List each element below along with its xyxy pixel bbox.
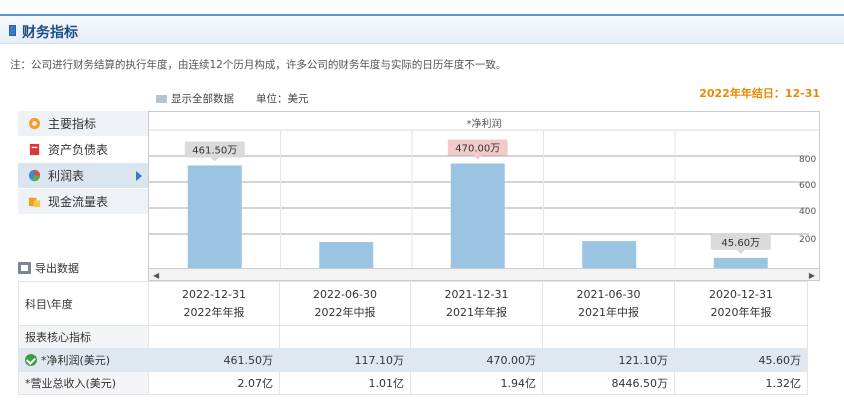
table-cell: 470.00万 bbox=[410, 348, 543, 372]
sidebar-item-label: 现金流量表 bbox=[48, 195, 109, 209]
sidebar-item-label: 资产负债表 bbox=[48, 143, 109, 157]
data-label-pointer bbox=[736, 249, 745, 254]
section-bar-icon bbox=[9, 25, 16, 36]
table-cell: 8446.50万 bbox=[542, 371, 675, 395]
table-cell: 121.10万 bbox=[542, 348, 675, 372]
chart-scrollbar[interactable]: ◀ ▶ bbox=[148, 269, 820, 281]
export-label: 导出数据 bbox=[35, 262, 79, 275]
period-cell: 2021-06-30 2021年中报 bbox=[542, 281, 675, 326]
period-cell: 2021-12-31 2021年年报 bbox=[410, 281, 543, 326]
table-cell: 1.94亿 bbox=[410, 371, 543, 395]
row-label: *净利润(美元) bbox=[18, 348, 149, 372]
sidebar-item-cash-flow[interactable]: 现金流量表 bbox=[18, 189, 148, 215]
scroll-right-icon[interactable]: ▶ bbox=[809, 271, 815, 280]
table-cell: 1.32亿 bbox=[674, 371, 808, 395]
period-cell: 2022-06-30 2022年中报 bbox=[279, 281, 411, 326]
cash-icon bbox=[28, 197, 41, 208]
star-icon bbox=[28, 117, 41, 130]
section-label: 报表核心指标 bbox=[18, 325, 149, 349]
y-tick-label: 200 bbox=[799, 235, 816, 245]
sidebar-item-balance-sheet[interactable]: 资产负债表 bbox=[18, 137, 148, 163]
data-label-pointer bbox=[210, 157, 219, 162]
sidebar-item-label: 利润表 bbox=[48, 169, 85, 183]
data-label-pointer bbox=[473, 155, 482, 160]
pie-chart-icon bbox=[28, 169, 41, 182]
period-cell: 2020-12-31 2020年年报 bbox=[674, 281, 808, 326]
chart-title: *净利润 bbox=[466, 119, 502, 130]
show-all-toggle-icon[interactable] bbox=[156, 94, 167, 103]
table-cell: 2.07亿 bbox=[148, 371, 280, 395]
y-tick-label: 800 bbox=[799, 155, 816, 165]
table-header-row: 科目\年度 2022-12-31 2022年年报 2022-06-30 2022年中… bbox=[18, 281, 808, 326]
sidebar-item-income-statement[interactable]: 利润表 bbox=[18, 163, 148, 189]
y-tick-label: 400 bbox=[799, 207, 816, 217]
bar bbox=[319, 241, 374, 268]
fiscal-year-end: 2022年年结日：12-31 bbox=[699, 87, 820, 100]
table-row-net-profit[interactable]: *净利润(美元) 461.50万 117.10万 470.00万 121.10万… bbox=[18, 348, 808, 372]
fiscal-note: 注：公司进行财务结算的执行年度，由连续12个历月构成，许多公司的财务年度与实际的… bbox=[10, 59, 507, 71]
bar bbox=[187, 165, 242, 268]
net-profit-chart: 200 400 600 800 461.50万 470.00万 45.60万 *净利润 bbox=[148, 111, 820, 269]
chart-options: 显示全部数据 单位：美元 bbox=[156, 91, 309, 106]
bar bbox=[713, 257, 768, 268]
y-tick-label: 600 bbox=[799, 181, 816, 191]
period-cell: 2022-12-31 2022年年报 bbox=[148, 281, 280, 326]
check-icon bbox=[25, 354, 37, 366]
sidebar-item-label: 主要指标 bbox=[48, 117, 97, 131]
table-cell: 461.50万 bbox=[148, 348, 280, 372]
table-cell: 45.60万 bbox=[674, 348, 808, 372]
bar bbox=[450, 163, 505, 268]
section-header: 财务指标 bbox=[0, 14, 844, 44]
data-label: 461.50万 bbox=[192, 145, 237, 156]
table-cell: 1.01亿 bbox=[279, 371, 411, 395]
scroll-left-icon[interactable]: ◀ bbox=[153, 271, 159, 280]
table-cell: 117.10万 bbox=[279, 348, 411, 372]
section-row: 报表核心指标 bbox=[18, 325, 808, 349]
data-label: 470.00万 bbox=[455, 144, 500, 155]
financial-table: 科目\年度 2022-12-31 2022年年报 2022-06-30 2022年中… bbox=[18, 281, 808, 395]
header-label: 科目\年度 bbox=[18, 281, 149, 326]
section-title: 财务指标 bbox=[22, 25, 78, 41]
sidebar: 主要指标 资产负债表 利润表 现金流量表 bbox=[18, 111, 148, 215]
export-icon bbox=[18, 262, 31, 274]
export-data-button[interactable]: 导出数据 bbox=[18, 260, 79, 276]
unit-label: 单位：美元 bbox=[256, 93, 309, 105]
chevron-right-icon bbox=[136, 171, 142, 181]
document-icon bbox=[29, 143, 40, 156]
data-label: 45.60万 bbox=[721, 238, 760, 249]
show-all-label[interactable]: 显示全部数据 bbox=[171, 91, 234, 106]
sidebar-item-main-indicators[interactable]: 主要指标 bbox=[18, 111, 148, 137]
chart-canvas: 200 400 600 800 461.50万 470.00万 45.60万 bbox=[149, 129, 819, 268]
table-row-revenue[interactable]: *营业总收入(美元) 2.07亿 1.01亿 1.94亿 8446.50万 1.… bbox=[18, 371, 808, 395]
bar bbox=[582, 241, 637, 268]
row-label: *营业总收入(美元) bbox=[18, 371, 149, 395]
